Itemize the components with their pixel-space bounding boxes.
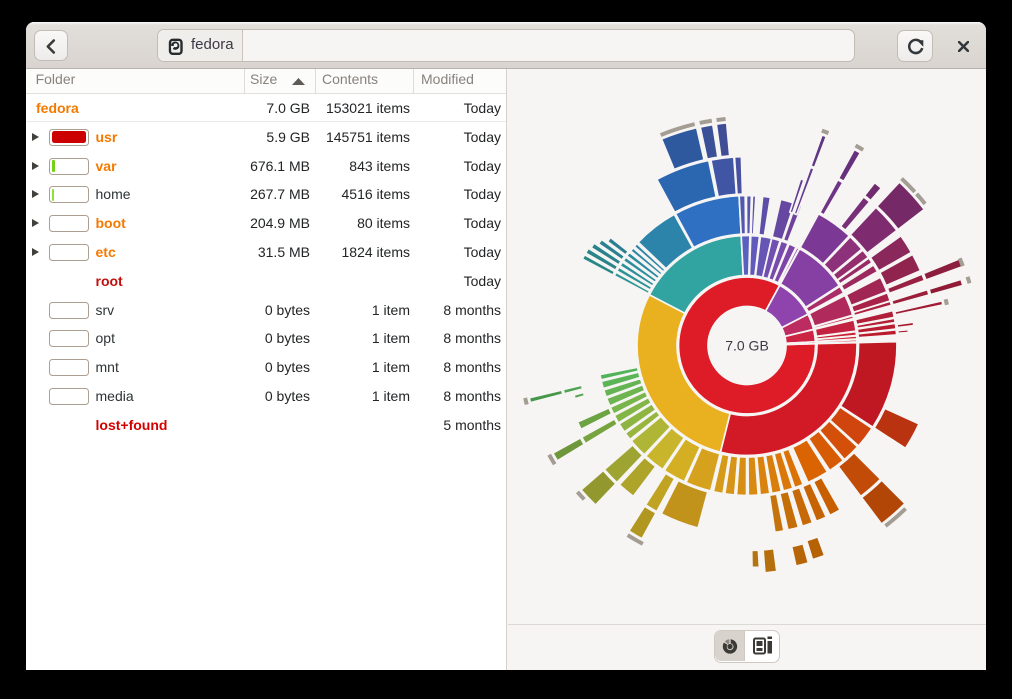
svg-text:7.0 GB: 7.0 GB: [725, 338, 769, 354]
